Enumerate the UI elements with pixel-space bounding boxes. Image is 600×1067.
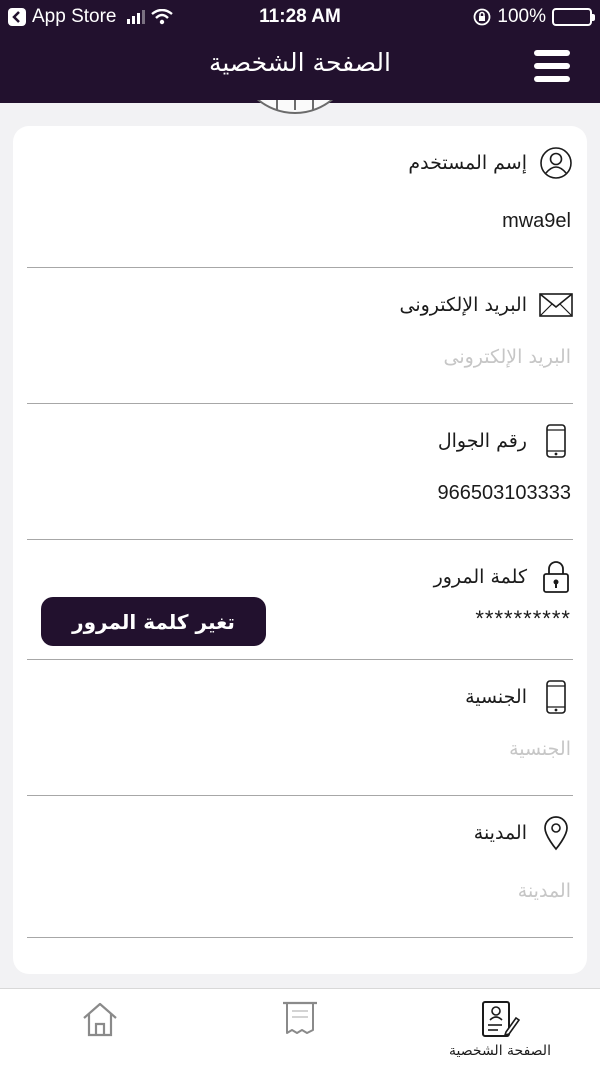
tab-home[interactable]: [30, 989, 170, 1067]
menu-button[interactable]: [534, 50, 570, 82]
city-input[interactable]: المدينة: [518, 880, 571, 902]
hamburger-icon: [534, 50, 570, 56]
city-field[interactable]: المدينة المدينة: [27, 796, 573, 938]
tab-profile[interactable]: الصفحة الشخصية: [430, 989, 570, 1067]
email-field[interactable]: البريد الإلكترونى البريد الإلكترونى: [27, 268, 573, 404]
username-field[interactable]: إسم المستخدم mwa9el: [27, 126, 573, 268]
email-input[interactable]: البريد الإلكترونى: [444, 346, 572, 368]
mobile-label: رقم الجوال: [437, 430, 527, 452]
mobile-value[interactable]: 966503103333: [438, 482, 571, 505]
email-label: البريد الإلكترونى: [399, 294, 528, 316]
status-bar: App Store 11:28 AM 100%: [0, 0, 600, 34]
orientation-lock-icon: [473, 8, 491, 26]
battery-percent: 100%: [497, 6, 546, 27]
page-title: الصفحة الشخصية: [208, 48, 391, 77]
avatar[interactable]: [236, 100, 354, 114]
tab-orders[interactable]: [230, 989, 370, 1067]
envelope-icon: [539, 288, 573, 322]
tab-bar: الصفحة الشخصية: [0, 988, 600, 1067]
receipt-icon: [283, 1001, 317, 1034]
profile-card: إسم المستخدم mwa9el البريد الإلكترونى ال…: [13, 126, 587, 974]
top-bar: App Store 11:28 AM 100% الصفحة الشخصية: [0, 0, 600, 103]
phone-icon: [539, 424, 573, 458]
lock-icon: [539, 560, 573, 594]
nationality-label: الجنسية: [465, 686, 527, 708]
location-pin-icon: [539, 816, 573, 851]
city-label: المدينة: [473, 822, 527, 844]
tab-profile-label: الصفحة الشخصية: [449, 1043, 551, 1059]
username-label: إسم المستخدم: [408, 152, 527, 174]
status-right: 100%: [473, 6, 595, 28]
mobile-field[interactable]: رقم الجوال 966503103333: [27, 404, 573, 540]
user-icon: [539, 146, 573, 180]
nationality-field[interactable]: الجنسية الجنسية: [27, 660, 573, 796]
profile-document-icon: [482, 1001, 520, 1037]
password-label: كلمة المرور: [433, 566, 527, 588]
battery-icon: [552, 8, 595, 26]
nationality-input[interactable]: الجنسية: [509, 738, 571, 760]
username-value[interactable]: mwa9el: [502, 210, 571, 233]
home-icon: [83, 1002, 117, 1037]
change-password-button[interactable]: تغير كلمة المرور: [41, 597, 266, 646]
phone-icon: [539, 680, 573, 714]
password-value: **********: [475, 606, 571, 631]
